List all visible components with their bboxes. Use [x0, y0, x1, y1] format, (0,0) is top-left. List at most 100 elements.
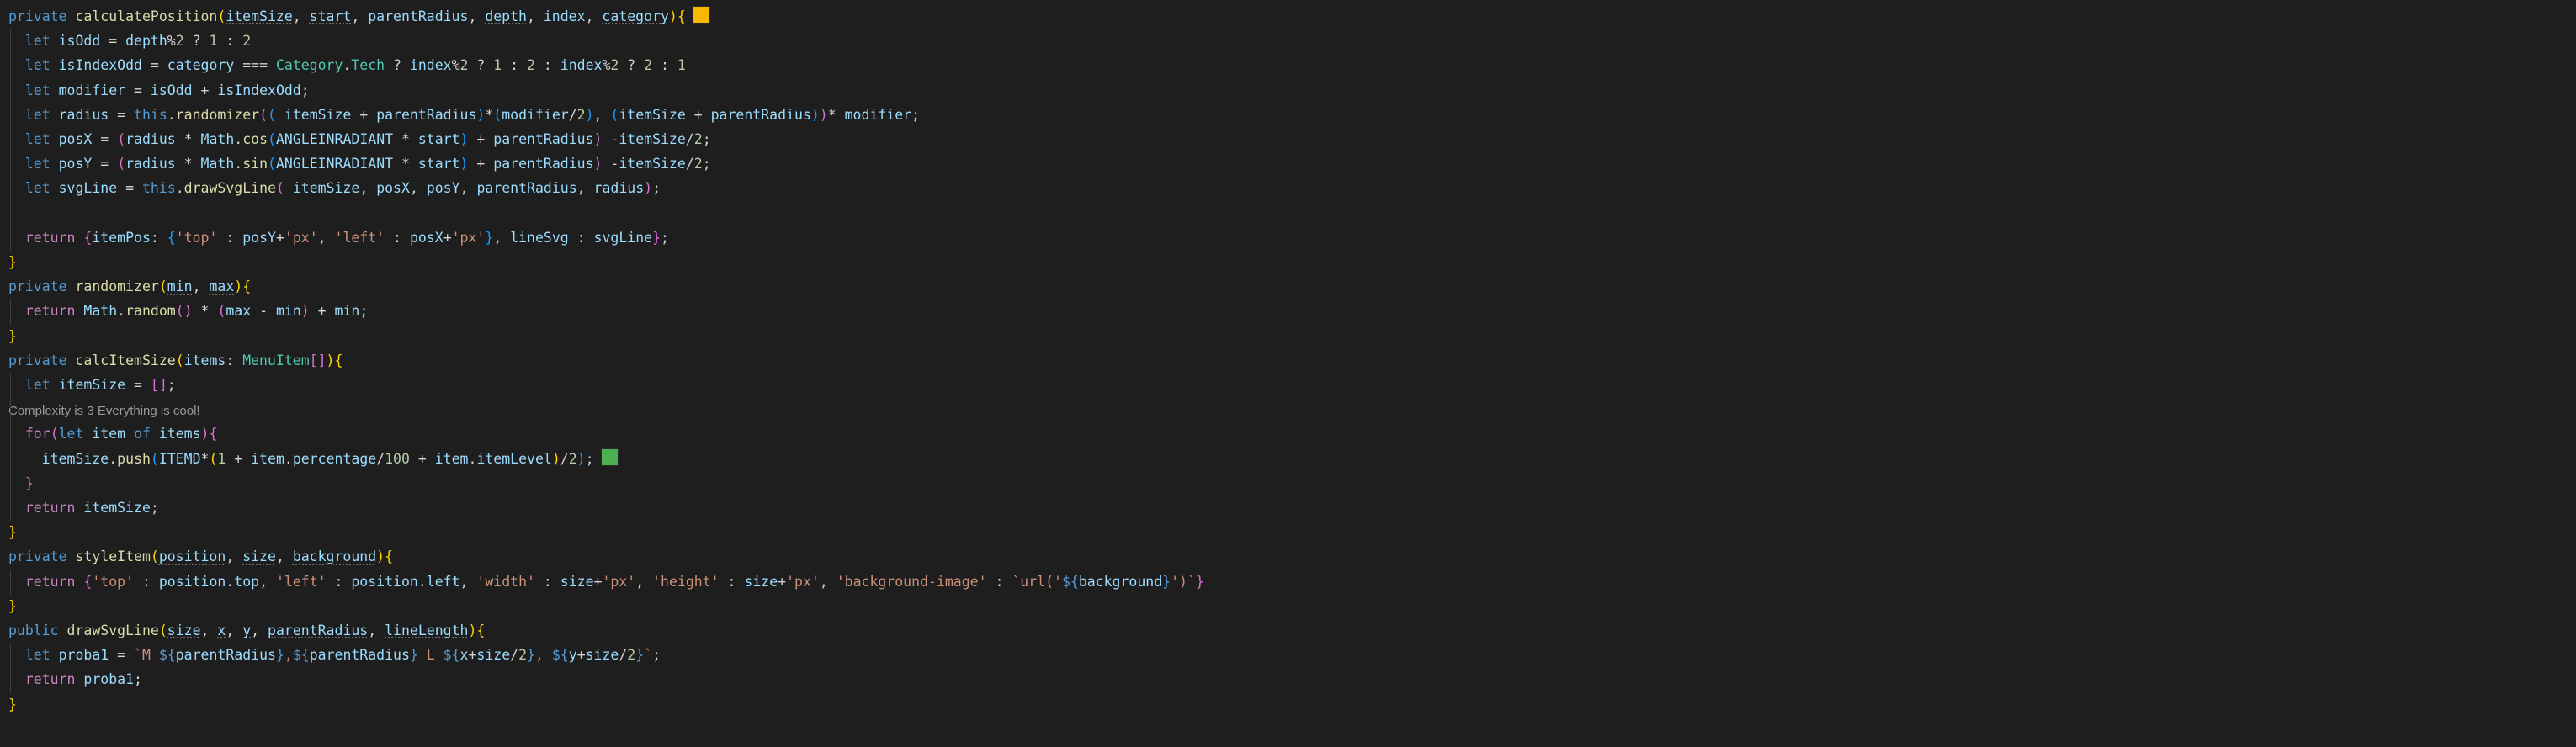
code-line[interactable]: } [8, 693, 17, 717]
code-token: styleItem [75, 548, 151, 565]
code-token: items [158, 426, 201, 442]
code-token: ) [459, 131, 469, 147]
code-token: ) [668, 8, 677, 24]
code-token: 1 [493, 57, 502, 74]
code-token: } [527, 647, 535, 664]
code-token: { [167, 229, 176, 246]
code-token: . [117, 303, 126, 320]
code-token: / [510, 647, 519, 664]
code-line[interactable]: let posX = (radius * Math.cos(ANGLEINRAD… [8, 128, 711, 151]
code-editor[interactable]: private calculatePosition(itemSize, star… [0, 0, 2576, 747]
code-line[interactable]: } [8, 521, 17, 544]
complexity-warning-square[interactable] [692, 6, 710, 24]
code-line[interactable]: private styleItem(position, size, backgr… [8, 545, 393, 569]
code-token: size [744, 573, 778, 590]
code-token: ? [183, 33, 210, 50]
code-token: ; [134, 671, 142, 688]
code-token: * [175, 131, 201, 147]
code-token: 'background-image' [836, 573, 987, 590]
code-token: isOdd [58, 33, 101, 50]
code-token: / [568, 106, 577, 123]
code-token: ( [217, 8, 226, 24]
code-token: ) [593, 156, 603, 172]
code-line[interactable]: let isIndexOdd = category === Category.T… [8, 54, 686, 77]
code-token: return [24, 303, 76, 320]
code-token: radius [58, 106, 109, 123]
code-token: , [351, 8, 369, 24]
code-token: posX [58, 131, 93, 147]
code-line[interactable]: let proba1 = `M ${parentRadius},${parent… [8, 644, 661, 667]
code-token: index [543, 8, 586, 24]
code-line[interactable]: let svgLine = this.drawSvgLine( itemSize… [8, 177, 661, 200]
code-token: ( [268, 156, 276, 172]
code-token: 2 [527, 57, 535, 74]
code-line[interactable]: itemSize.push(ITEMD*(1 + item.percentage… [8, 448, 619, 471]
code-token: - [251, 303, 276, 320]
code-token: } [1195, 573, 1204, 590]
code-line[interactable]: let itemSize = []; [8, 374, 176, 397]
code-line[interactable]: for(let item of items){ [8, 422, 218, 446]
code-token: 2 [175, 33, 184, 50]
code-token: itemSize [83, 500, 151, 516]
code-token: ) [326, 352, 335, 368]
code-line[interactable]: return itemSize; [8, 496, 159, 520]
code-line[interactable]: return Math.random() * (max - min) + min… [8, 299, 368, 323]
code-token: : [534, 57, 560, 74]
code-token: ) [819, 106, 828, 123]
code-line[interactable]: return {itemPos: {'top' : posY+'px', 'le… [8, 226, 669, 250]
code-line[interactable]: let posY = (radius * Math.sin(ANGLEINRAD… [8, 152, 711, 176]
code-token: proba1 [83, 671, 135, 688]
code-token: ; [702, 131, 711, 147]
code-token: parentRadius [710, 106, 811, 123]
code-line[interactable]: private calcItemSize(items: MenuItem[]){ [8, 349, 343, 373]
code-token: : [150, 229, 167, 246]
code-token: let [24, 33, 50, 50]
code-line[interactable]: } [8, 325, 17, 348]
code-line[interactable]: } [8, 595, 17, 618]
code-token: posY [242, 229, 276, 246]
code-token: { [83, 573, 93, 590]
code-token: public [8, 622, 59, 638]
code-token: L [417, 647, 443, 664]
code-token: ) [576, 450, 586, 467]
code-line[interactable]: } [8, 472, 34, 495]
code-line[interactable]: return proba1; [8, 668, 142, 691]
code-token: + [351, 106, 377, 123]
code-lens-complexity[interactable]: Complexity is 3 Everything is cool! [8, 403, 200, 420]
code-token: ; [652, 180, 661, 197]
code-line[interactable]: let isOdd = depth%2 ? 1 : 2 [8, 29, 251, 53]
code-token: itemSize [619, 106, 686, 123]
code-line[interactable]: let radius = this.randomizer(( itemSize … [8, 103, 920, 127]
code-token: ; [359, 303, 369, 320]
code-token: private [8, 352, 67, 368]
code-token: `M [134, 647, 159, 664]
code-token: Category [275, 57, 343, 74]
indent-guide [10, 570, 11, 595]
code-line[interactable]: private calculatePosition(itemSize, star… [8, 5, 710, 29]
code-token: ; [652, 647, 661, 664]
code-token: + [778, 573, 787, 590]
code-token: item [92, 426, 126, 442]
code-token: + [443, 229, 452, 246]
code-token: 2 [242, 33, 252, 50]
code-line[interactable]: } [8, 251, 17, 274]
code-token: svgLine [593, 229, 653, 246]
code-token: + [275, 229, 284, 246]
code-token: , [259, 573, 276, 590]
code-line[interactable]: private randomizer(min, max){ [8, 275, 251, 299]
code-line[interactable]: public drawSvgLine(size, x, y, parentRad… [8, 619, 485, 643]
complexity-ok-square[interactable] [600, 448, 619, 466]
code-token: Tech [351, 57, 385, 74]
code-token: % [167, 33, 176, 50]
code-token: 'left' [334, 229, 385, 246]
code-line[interactable]: let modifier = isOdd + isIndexOdd; [8, 79, 310, 103]
code-token: parentRadius [175, 647, 276, 664]
code-token: { [677, 8, 686, 24]
code-line[interactable]: return {'top' : position.top, 'left' : p… [8, 570, 1204, 594]
code-token: ) [476, 106, 486, 123]
